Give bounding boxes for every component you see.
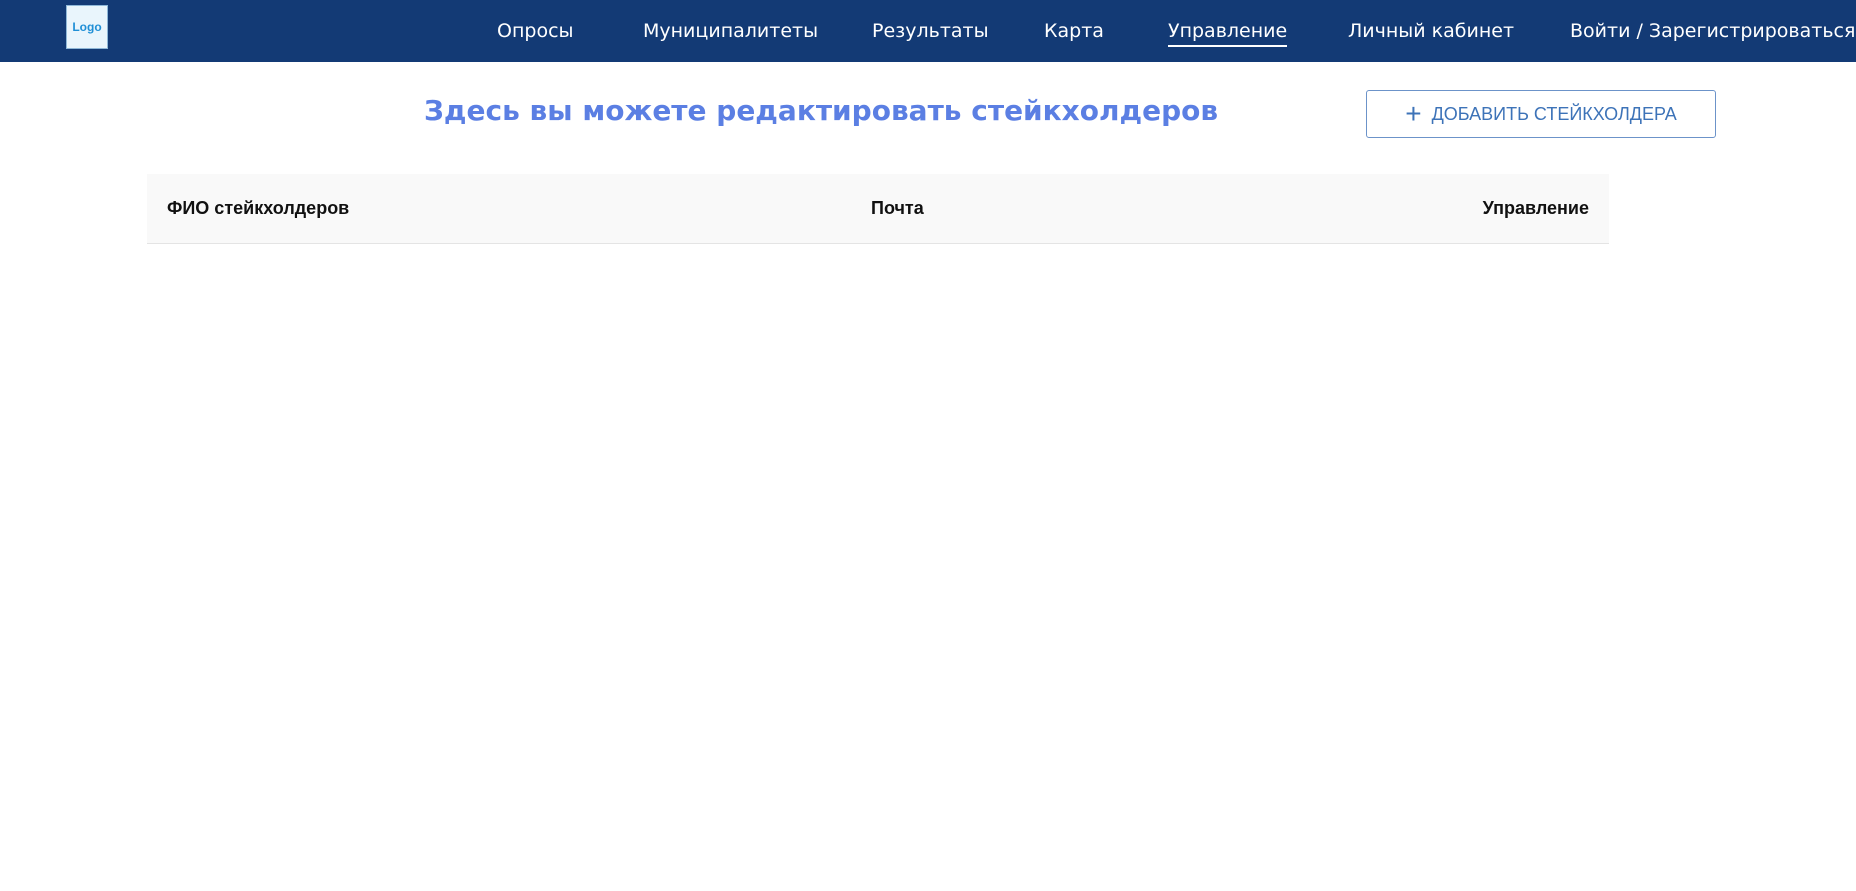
column-header-full-name[interactable]: ФИО стейкхолдеров <box>167 197 349 219</box>
column-header-management[interactable]: Управление <box>1483 197 1589 219</box>
page-title: Здесь вы можете редактировать стейкхолде… <box>424 94 1219 127</box>
stakeholders-table-header: ФИО стейкхолдеров Почта Управление <box>147 174 1609 244</box>
add-stakeholder-button[interactable]: + ДОБАВИТЬ СТЕЙКХОЛДЕРА <box>1366 90 1716 138</box>
add-stakeholder-button-label: ДОБАВИТЬ СТЕЙКХОЛДЕРА <box>1431 103 1677 124</box>
nav-item-municipalities[interactable]: Муниципалитеты <box>643 19 818 43</box>
nav-item-management[interactable]: Управление <box>1168 19 1288 47</box>
top-navigation-bar: Logo Опросы Муниципалитеты Результаты Ка… <box>0 0 1856 62</box>
nav-item-surveys[interactable]: Опросы <box>497 19 574 43</box>
nav-item-personal-account[interactable]: Личный кабинет <box>1348 19 1514 43</box>
nav-item-map[interactable]: Карта <box>1044 19 1104 43</box>
plus-icon: + <box>1405 98 1422 129</box>
column-header-email[interactable]: Почта <box>871 197 924 219</box>
nav-item-login-register[interactable]: Войти / Зарегистрироваться <box>1570 19 1855 43</box>
nav-item-results[interactable]: Результаты <box>872 19 989 43</box>
logo[interactable]: Logo <box>66 5 108 49</box>
